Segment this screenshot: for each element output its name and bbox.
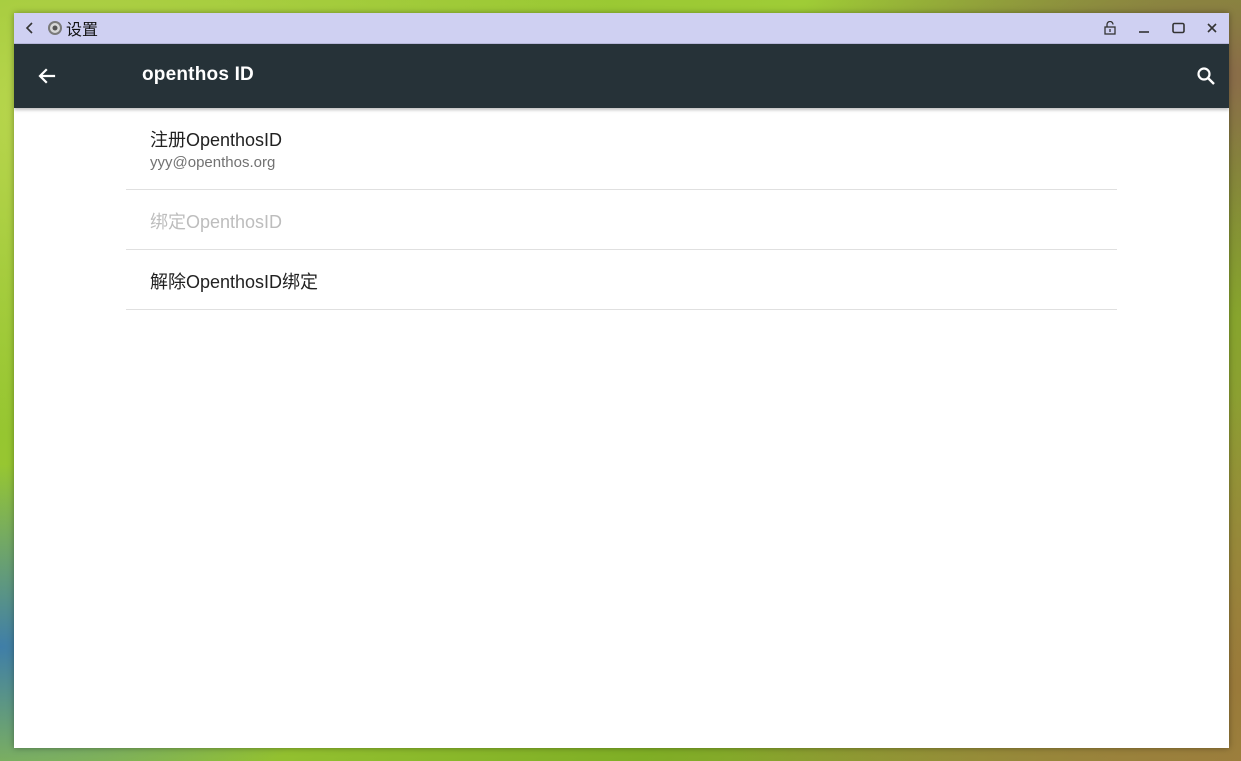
titlebar-back-icon[interactable] bbox=[23, 21, 37, 35]
list-item-bind-openthos-id: 绑定OpenthosID bbox=[126, 190, 1117, 250]
arrow-back-icon[interactable] bbox=[34, 63, 60, 89]
settings-window: 设置 openthos ID 注册OpenthosID yyy@openthos… bbox=[14, 13, 1229, 748]
search-icon[interactable] bbox=[1193, 63, 1219, 89]
maximize-icon[interactable] bbox=[1161, 13, 1195, 43]
list-item-unbind-openthos-id[interactable]: 解除OpenthosID绑定 bbox=[126, 250, 1117, 310]
window-title: 设置 bbox=[66, 20, 99, 39]
settings-gear-icon bbox=[47, 20, 63, 36]
pin-icon[interactable] bbox=[1093, 13, 1127, 43]
minimize-icon[interactable] bbox=[1127, 13, 1161, 43]
list-item-title: 解除OpenthosID绑定 bbox=[150, 272, 319, 292]
list-item-title: 绑定OpenthosID bbox=[150, 212, 283, 232]
page-title: openthos ID bbox=[142, 64, 254, 85]
list-item-register-openthos-id[interactable]: 注册OpenthosID yyy@openthos.org bbox=[126, 108, 1117, 190]
close-icon[interactable] bbox=[1195, 13, 1229, 43]
app-toolbar: openthos ID bbox=[14, 44, 1229, 108]
settings-list: 注册OpenthosID yyy@openthos.org 绑定Openthos… bbox=[126, 108, 1117, 310]
window-controls bbox=[1093, 13, 1229, 43]
window-titlebar: 设置 bbox=[14, 13, 1229, 44]
list-item-title: 注册OpenthosID bbox=[150, 130, 283, 150]
list-item-summary: yyy@openthos.org bbox=[150, 154, 276, 171]
